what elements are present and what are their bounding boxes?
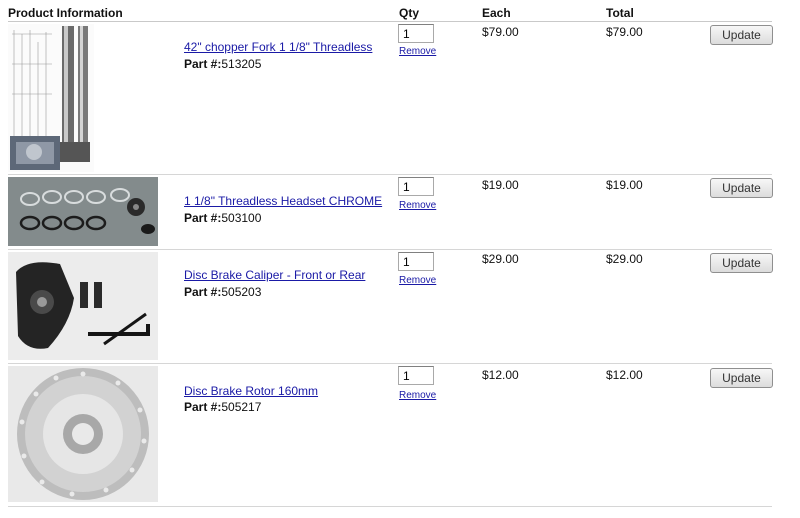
- qty-input[interactable]: [398, 24, 434, 43]
- part-number: Part #:503100: [184, 211, 261, 225]
- header-total: Total: [606, 6, 634, 20]
- header-each: Each: [482, 6, 511, 20]
- part-label: Part #:: [184, 211, 222, 225]
- product-image-fork[interactable]: [8, 24, 94, 172]
- remove-link[interactable]: Remove: [399, 46, 436, 57]
- qty-input[interactable]: [398, 366, 434, 385]
- product-link[interactable]: 42" chopper Fork 1 1/8" Threadless: [184, 40, 372, 54]
- part-value: 513205: [221, 57, 262, 71]
- product-image-caliper[interactable]: [8, 252, 158, 360]
- product-link[interactable]: 1 1/8" Threadless Headset CHROME: [184, 194, 382, 208]
- update-button[interactable]: Update: [710, 25, 773, 45]
- row-divider: [8, 174, 772, 175]
- product-link[interactable]: Disc Brake Rotor 160mm: [184, 384, 318, 398]
- header-divider: [8, 21, 772, 22]
- part-value: 505203: [221, 285, 262, 299]
- each-price: $19.00: [482, 178, 519, 192]
- row-divider: [8, 363, 772, 364]
- total-price: $19.00: [606, 178, 643, 192]
- product-image-headset[interactable]: [8, 177, 158, 246]
- total-price: $12.00: [606, 368, 643, 382]
- part-value: 505217: [221, 400, 262, 414]
- part-label: Part #:: [184, 285, 222, 299]
- header-product-information: Product Information: [8, 6, 123, 20]
- each-price: $12.00: [482, 368, 519, 382]
- update-button[interactable]: Update: [710, 368, 773, 388]
- each-price: $29.00: [482, 252, 519, 266]
- each-price: $79.00: [482, 25, 519, 39]
- remove-link[interactable]: Remove: [399, 275, 436, 286]
- row-divider: [8, 249, 772, 250]
- qty-input[interactable]: [398, 177, 434, 196]
- row-divider: [8, 506, 772, 507]
- update-button[interactable]: Update: [710, 178, 773, 198]
- update-button[interactable]: Update: [710, 253, 773, 273]
- total-price: $29.00: [606, 252, 643, 266]
- part-number: Part #:505203: [184, 285, 261, 299]
- part-label: Part #:: [184, 400, 222, 414]
- header-qty: Qty: [399, 6, 420, 20]
- remove-link[interactable]: Remove: [399, 390, 436, 401]
- part-number: Part #:513205: [184, 57, 261, 71]
- qty-input[interactable]: [398, 252, 434, 271]
- product-link[interactable]: Disc Brake Caliper - Front or Rear: [184, 268, 365, 282]
- remove-link[interactable]: Remove: [399, 200, 436, 211]
- part-value: 503100: [221, 211, 262, 225]
- total-price: $79.00: [606, 25, 643, 39]
- part-label: Part #:: [184, 57, 222, 71]
- product-image-rotor[interactable]: [8, 366, 158, 502]
- part-number: Part #:505217: [184, 400, 261, 414]
